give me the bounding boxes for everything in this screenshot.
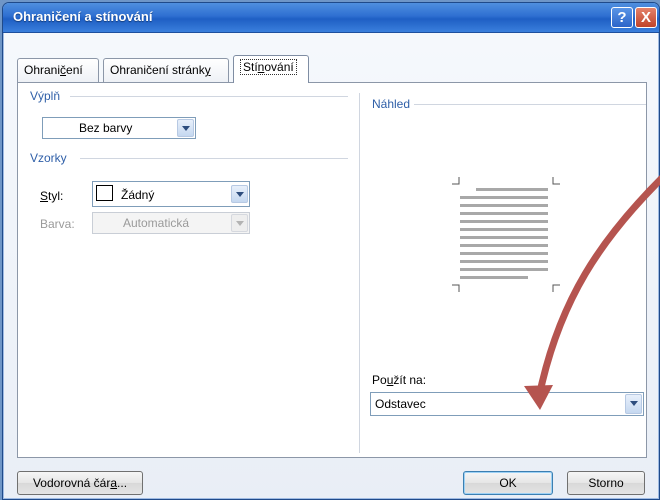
cancel-button[interactable]: Storno — [567, 471, 645, 495]
preview-text-line — [460, 212, 548, 215]
ok-button[interactable]: OK — [463, 471, 553, 495]
apply-to-label: Použít na: — [372, 373, 426, 387]
preview-text-line — [460, 220, 548, 223]
pattern-swatch — [96, 185, 113, 201]
preview-divider — [414, 104, 646, 105]
patterns-divider — [80, 158, 348, 159]
tab-borders[interactable]: Ohraničení — [17, 58, 99, 82]
pattern-color-value: Automatická — [123, 216, 190, 230]
fill-dropdown-chevron-icon — [177, 119, 194, 137]
close-button[interactable]: X — [635, 7, 657, 28]
fill-color-value: Bez barvy — [79, 121, 133, 135]
preview-group-label: Náhled — [372, 97, 411, 111]
dialog-title: Ohraničení a stínování — [13, 9, 153, 24]
bottom-left-corner-mark — [452, 284, 460, 292]
color-label: Barva: — [40, 217, 75, 231]
pattern-color-dropdown[interactable]: Automatická — [92, 212, 250, 234]
preview-text-line — [476, 188, 548, 191]
preview-text-line — [460, 268, 548, 271]
title-bar[interactable]: Ohraničení a stínování ? X — [3, 3, 659, 33]
preview-text-line — [460, 244, 548, 247]
tab-shading-label: Stínování — [240, 59, 297, 75]
style-label: Styl: — [40, 189, 63, 203]
pattern-style-dropdown[interactable]: Žádný — [92, 181, 250, 207]
horizontal-line-label-a: Vodorovná čár — [32, 476, 111, 490]
tab-shading[interactable]: Stínování — [233, 55, 309, 83]
preview-text-line — [460, 228, 548, 231]
tab-page-border-label: Ohraničení stránk — [110, 63, 205, 77]
color-dropdown-chevron-icon — [231, 214, 248, 232]
preview-page — [436, 163, 576, 306]
apply-to-chevron-icon — [625, 394, 642, 414]
tab-shading-label-b: ování — [264, 60, 294, 74]
preview-text-line — [460, 236, 548, 239]
tab-page-border[interactable]: Ohraničení stránky — [103, 58, 229, 82]
pattern-style-value: Žádný — [121, 188, 155, 202]
fill-divider — [70, 96, 348, 97]
patterns-group-label: Vzorky — [30, 151, 67, 165]
preview-text-line — [460, 276, 528, 279]
shading-panel: Výplň Bez barvy Vzorky Styl: Žádný Barva… — [17, 82, 647, 458]
apply-to-label-b: žít na: — [393, 373, 427, 387]
style-label-text: tyl: — [48, 189, 64, 203]
preview-text-line — [460, 252, 548, 255]
top-right-corner-mark — [552, 177, 560, 185]
vertical-separator — [359, 93, 360, 453]
apply-to-dropdown[interactable]: Odstavec — [370, 392, 644, 416]
preview-text-line — [460, 196, 548, 199]
style-label-mnemonic: S — [40, 189, 49, 203]
tab-borders-label-b: ení — [66, 63, 83, 77]
style-dropdown-chevron-icon — [231, 185, 248, 203]
preview-text-line — [460, 260, 548, 263]
horizontal-line-button[interactable]: Vodorovná čára... — [17, 471, 143, 495]
top-left-corner-mark — [452, 177, 460, 185]
bottom-right-corner-mark — [552, 284, 560, 292]
fill-group-label: Výplň — [30, 89, 61, 103]
horizontal-line-label-b: ... — [117, 476, 128, 490]
fill-color-dropdown[interactable]: Bez barvy — [42, 117, 196, 139]
tab-page-border-mnemonic: y — [204, 63, 211, 77]
help-button[interactable]: ? — [611, 7, 633, 28]
preview-text-line — [460, 204, 548, 207]
apply-to-value: Odstavec — [375, 397, 426, 411]
dialog-window: Ohraničení a stínování ? X Ohraničení Oh… — [2, 2, 660, 500]
tab-shading-label-a: Stí — [243, 60, 258, 74]
apply-to-label-a: Po — [372, 373, 387, 387]
tab-borders-label-a: Ohrani — [24, 63, 61, 77]
